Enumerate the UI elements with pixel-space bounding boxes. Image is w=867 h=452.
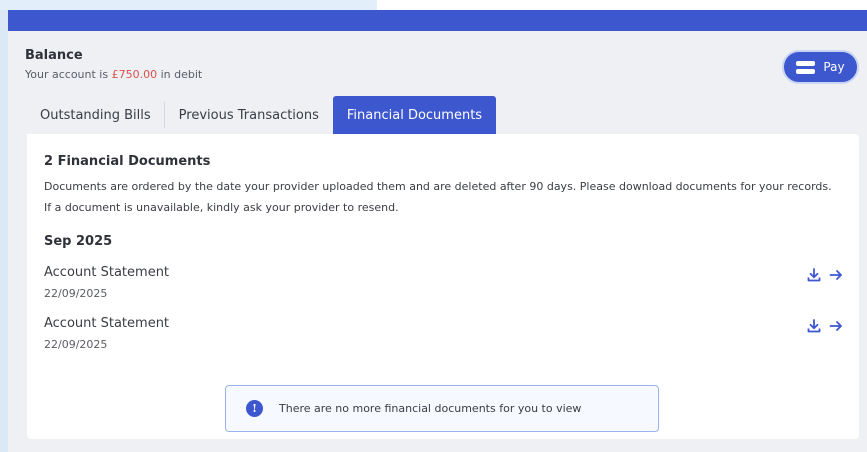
- balance-summary: Your account is £750.00 in debit: [25, 68, 202, 81]
- tab-label: Financial Documents: [346, 107, 483, 123]
- credit-card-icon: [796, 60, 816, 75]
- document-title: Account Statement: [44, 265, 170, 280]
- pay-button[interactable]: Pay: [782, 50, 859, 84]
- balance-prefix: Your account is: [25, 68, 109, 81]
- tab-previous-transactions[interactable]: Previous Transactions: [165, 96, 333, 134]
- document-row[interactable]: Account Statement 22/09/2025: [44, 316, 844, 356]
- no-more-documents-notice: ! There are no more financial documents …: [225, 385, 659, 432]
- pay-button-label: Pay: [823, 60, 845, 74]
- document-title: Account Statement: [44, 316, 170, 331]
- tab-bar: Outstanding Bills Previous Transactions …: [26, 96, 497, 134]
- documents-description: Documents are ordered by the date your p…: [44, 180, 832, 214]
- page-background-top: [0, 0, 867, 10]
- tab-label: Previous Transactions: [178, 107, 319, 123]
- documents-heading: 2 Financial Documents: [44, 154, 211, 169]
- balance-title: Balance: [25, 48, 83, 63]
- balance-suffix: in debit: [160, 68, 203, 81]
- month-heading: Sep 2025: [44, 234, 113, 249]
- download-icon[interactable]: [806, 267, 822, 283]
- info-icon: !: [246, 400, 263, 417]
- financial-documents-panel: 2 Financial Documents Documents are orde…: [27, 134, 859, 439]
- tab-financial-documents[interactable]: Financial Documents: [332, 96, 497, 134]
- document-actions: [806, 267, 844, 283]
- document-date: 22/09/2025: [44, 338, 108, 351]
- document-actions: [806, 318, 844, 334]
- arrow-right-icon[interactable]: [828, 318, 844, 334]
- download-icon[interactable]: [806, 318, 822, 334]
- notice-text: There are no more financial documents fo…: [279, 402, 582, 415]
- document-row[interactable]: Account Statement 22/09/2025: [44, 265, 844, 305]
- tab-label: Outstanding Bills: [40, 107, 151, 123]
- tab-outstanding-bills[interactable]: Outstanding Bills: [26, 96, 165, 134]
- top-bar: [8, 10, 867, 31]
- document-date: 22/09/2025: [44, 287, 108, 300]
- arrow-right-icon[interactable]: [828, 267, 844, 283]
- account-panel: Balance Your account is £750.00 in debit…: [8, 10, 867, 452]
- balance-amount: £750.00: [111, 68, 158, 81]
